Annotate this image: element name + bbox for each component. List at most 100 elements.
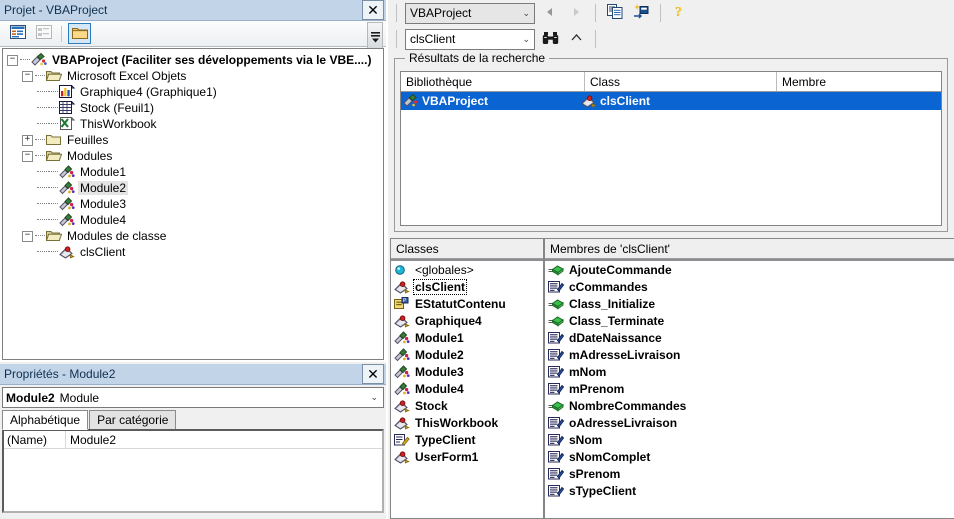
member-list-item[interactable]: Class_Initialize [545,295,954,312]
toolbar-overflow-button[interactable] [367,22,383,49]
member-list-item[interactable]: dDateNaissance [545,329,954,346]
search-input[interactable]: clsClient ⌄ [405,28,535,50]
tree-item-module4[interactable]: Module4 [7,212,383,228]
class-list-item[interactable]: Stock [391,397,543,414]
class-list-item-label: Module4 [415,381,464,396]
member-list-item[interactable]: mNom [545,363,954,380]
class-list-item-label: <globales> [415,262,474,277]
search-results-rows: VBAProject clsClient [401,92,941,110]
properties-tabs[interactable]: Alphabétique Par catégorie [2,410,386,430]
tree-connector [48,171,58,173]
column-header-class[interactable]: Class [585,72,777,91]
tree-item-modules[interactable]: − Modules de classe [7,228,383,244]
member-list-item[interactable]: Class_Terminate [545,312,954,329]
member-list-item[interactable]: sNomComplet [545,448,954,465]
property-row[interactable]: (Name) Module2 [4,431,382,449]
project-explorer-title: Projet - VBAProject [4,3,108,17]
search-result-row[interactable]: VBAProject clsClient [401,92,941,110]
module-icon [59,165,75,179]
view-object-button[interactable] [32,23,55,44]
class-list-item[interactable]: UserForm1 [391,448,543,465]
project-tree[interactable]: − VBAProject (Faciliter ses développement… [2,48,384,360]
back-arrow-icon [545,6,555,20]
class-list-item-label: Graphique4 [415,313,482,328]
back-button[interactable] [539,3,561,23]
tree-connector [48,123,58,125]
project-library-combo[interactable]: VBAProject ⌄ [405,2,535,24]
member-list-item[interactable]: oAdresseLivraison [545,414,954,431]
collapse-icon[interactable]: − [22,150,33,162]
tree-item-clsclient[interactable]: clsClient [7,244,383,260]
properties-grid[interactable]: (Name) Module2 [2,429,384,513]
column-header-library[interactable]: Bibliothèque [401,72,585,91]
class-list-item-label: EStatutContenu [415,296,506,311]
collapse-icon[interactable]: − [7,54,18,66]
class-list-item[interactable]: Module3 [391,363,543,380]
class-list-item[interactable]: Module1 [391,329,543,346]
members-list[interactable]: AjouteCommande cCommandes Class_Initialize… [545,261,954,499]
tree-item-feuilles[interactable]: + Feuilles [7,132,383,148]
tree-connector [20,59,30,61]
view-code-button[interactable] [6,23,29,44]
workbook-icon [59,116,76,131]
collapse-icon[interactable]: − [22,70,33,82]
member-list-item-label: mAdresseLivraison [569,347,681,362]
member-list-item[interactable]: NombreCommandes [545,397,954,414]
project-explorer-close-button[interactable]: ✕ [362,0,384,20]
member-list-item[interactable]: cCommandes [545,278,954,295]
view-definition-button[interactable] [630,3,652,23]
class-list-item-label: clsClient [413,278,468,295]
tree-connector [37,187,47,189]
class-list-item[interactable]: clsClient [391,278,543,295]
search-button[interactable] [539,29,561,49]
member-list-item[interactable]: sPrenom [545,465,954,482]
tree-item-modules[interactable]: − Modules [7,148,383,164]
class-list-item[interactable]: Module4 [391,380,543,397]
tree-connector [37,123,47,125]
view-code-icon [9,25,26,42]
class-list-item[interactable]: Graphique4 [391,312,543,329]
help-button[interactable]: ? ? [669,3,691,23]
method-icon [548,263,564,277]
toggle-search-results-button[interactable] [565,29,587,49]
classes-list[interactable]: <globales> clsClient P EStatutContenu Graphi… [391,261,543,465]
class-list-item[interactable]: Module2 [391,346,543,363]
tree-item-stock[interactable]: Stock (Feuil1) [7,100,383,116]
project-explorer-toolbar [0,21,386,49]
collapse-icon[interactable]: − [22,230,33,242]
tree-item-vbaproject[interactable]: − VBAProject (Faciliter ses développement… [7,52,383,68]
tree-item-module2[interactable]: Module2 [7,180,383,196]
search-results-list[interactable]: Bibliothèque Class Membre VBAProject clsC… [400,71,942,226]
member-list-item[interactable]: sTypeClient [545,482,954,499]
column-header-member[interactable]: Membre [777,72,941,91]
copy-button[interactable] [604,3,626,23]
member-list-item[interactable]: sNom [545,431,954,448]
forward-button[interactable] [565,3,587,23]
tree-item-microsoft[interactable]: − Microsoft Excel Objets [7,68,383,84]
tree-item-thisworkbook[interactable]: ThisWorkbook [7,116,383,132]
property-value[interactable]: Module2 [66,433,382,447]
member-list-item-label: cCommandes [569,279,648,294]
toggle-folders-button[interactable] [68,23,91,44]
class-list-item[interactable]: ThisWorkbook [391,414,543,431]
member-list-item[interactable]: mAdresseLivraison [545,346,954,363]
class-list-item[interactable]: P EStatutContenu [391,295,543,312]
classes-pane-header: Classes [391,239,543,259]
properties-object-combo[interactable]: Module2 Module ⌄ [2,387,384,408]
tree-item-module3[interactable]: Module3 [7,196,383,212]
member-list-item[interactable]: mPrenom [545,380,954,397]
tree-item-module1[interactable]: Module1 [7,164,383,180]
member-list-item[interactable]: AjouteCommande [545,261,954,278]
properties-tab-par[interactable]: Par catégorie [89,410,177,429]
properties-tab-alphabétique[interactable]: Alphabétique [2,410,89,430]
tree-item-graphique4[interactable]: Graphique4 (Graphique1) [7,84,383,100]
result-class-label: clsClient [600,94,651,108]
class-list-item[interactable]: <globales> [391,261,543,278]
properties-close-button[interactable]: ✕ [362,364,384,384]
class-list-item[interactable]: TypeClient [391,431,543,448]
member-list-item-label: oAdresseLivraison [569,415,678,430]
module-icon [59,181,75,195]
forward-arrow-icon [571,6,581,20]
chevron-down-icon: ⌄ [522,7,530,18]
expand-icon[interactable]: + [22,134,33,146]
